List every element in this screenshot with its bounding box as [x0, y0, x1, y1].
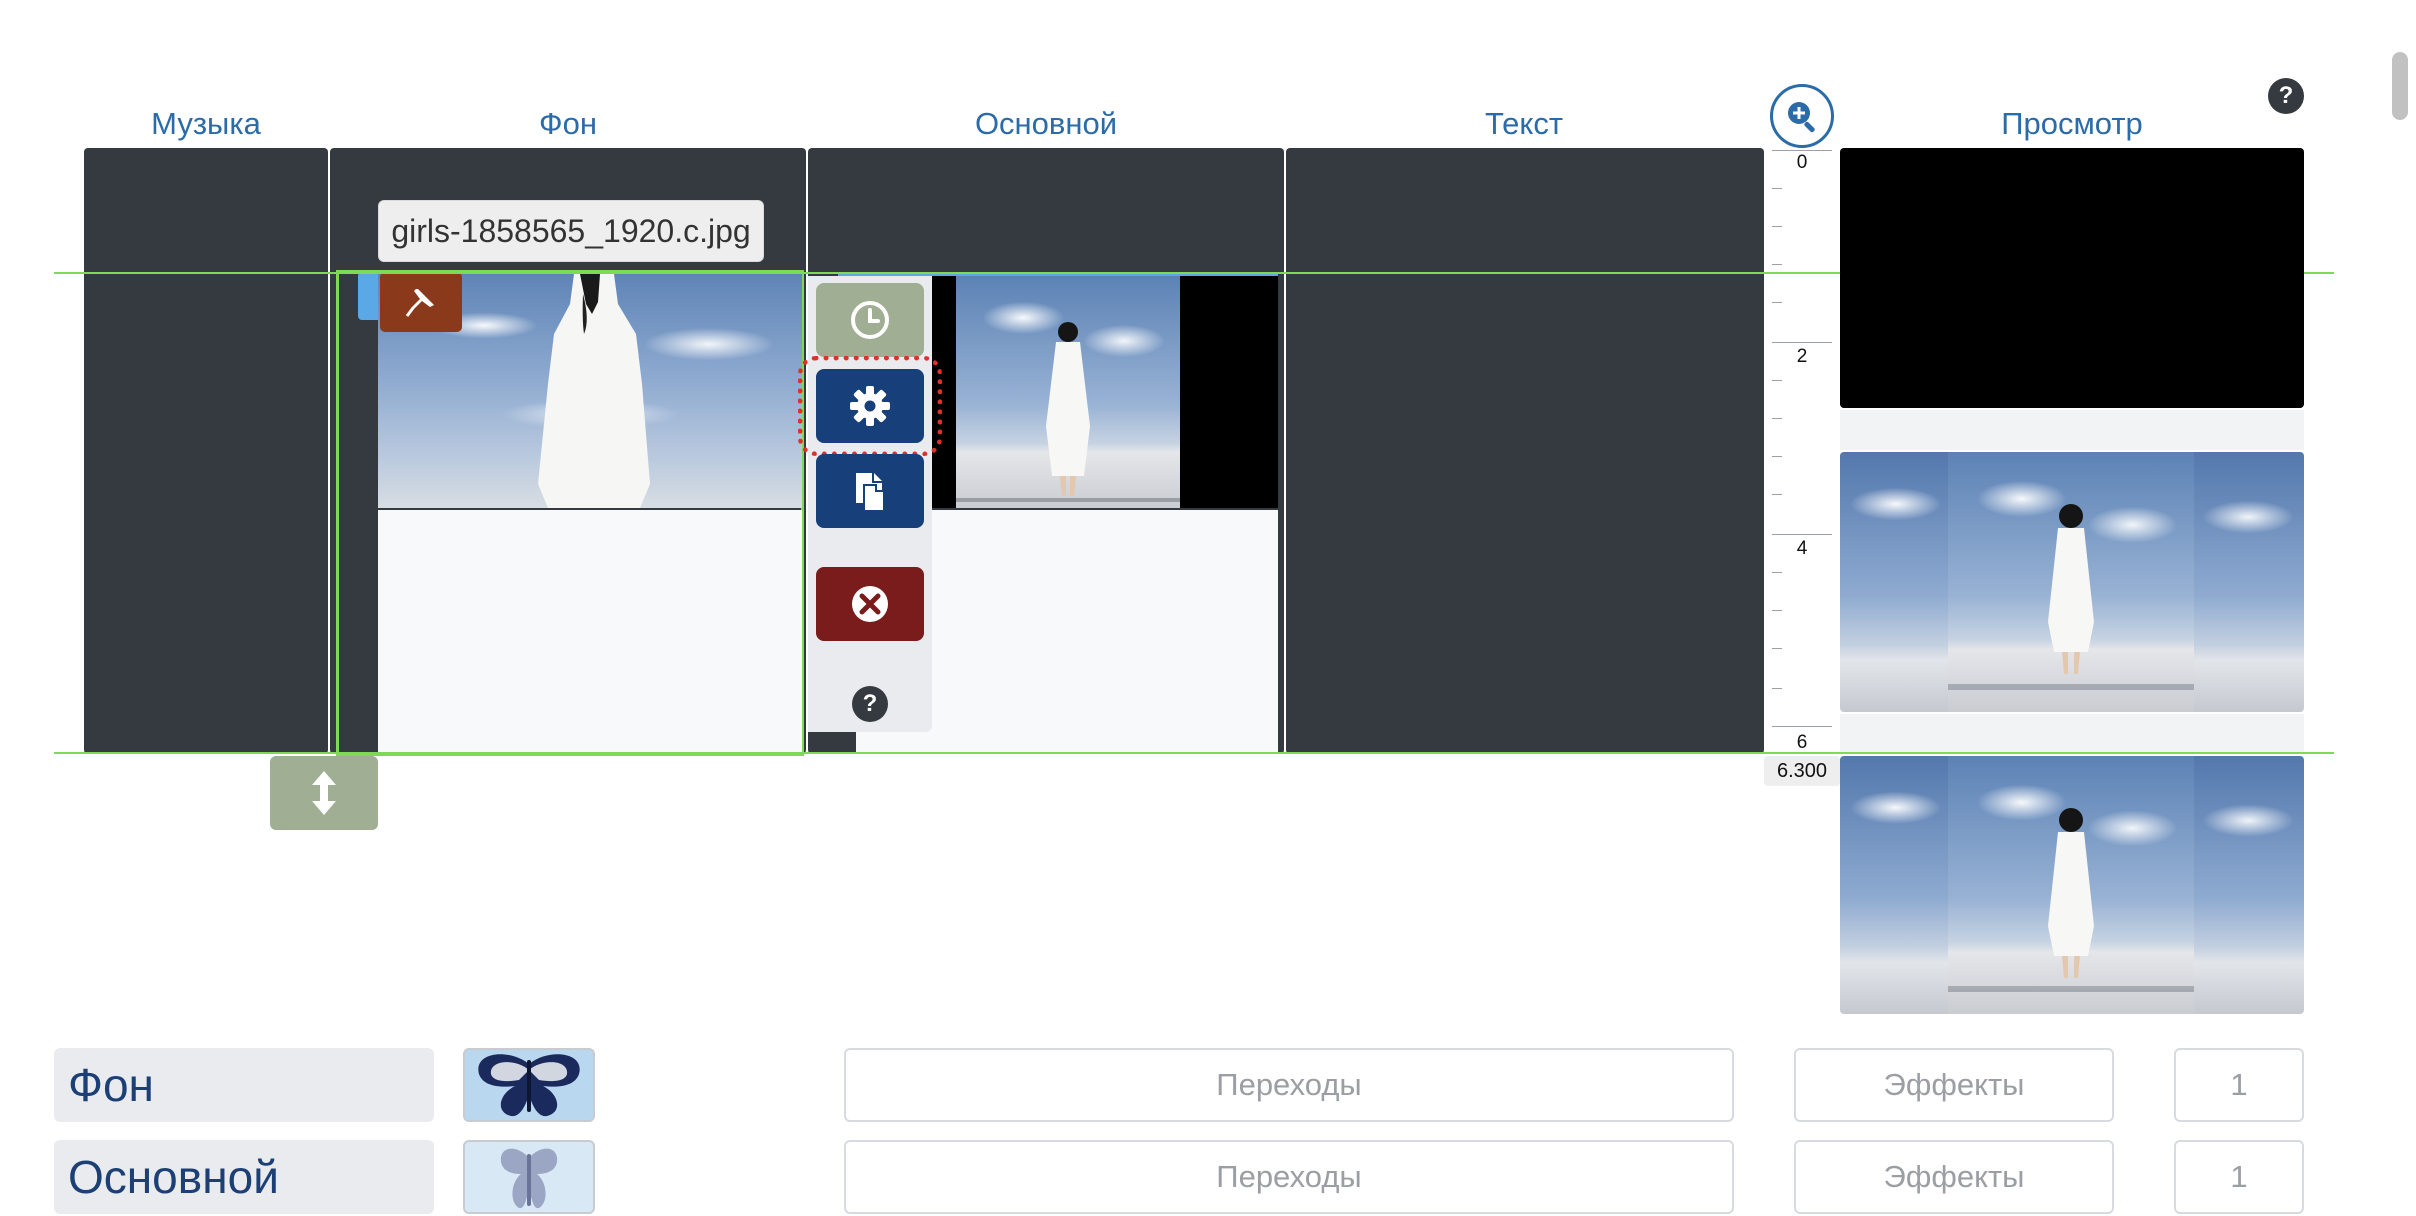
woman-figure-image: [1948, 504, 2194, 690]
copy-icon: [856, 473, 885, 512]
guide-line-bottom: [54, 752, 2334, 754]
track-text[interactable]: [1286, 148, 1764, 754]
preview-frame-3-inner: [1948, 756, 2194, 1014]
help-button[interactable]: ?: [2268, 78, 2304, 114]
scrollbar-thumb[interactable]: [2392, 52, 2408, 120]
preview-separator-2: [1840, 714, 2304, 752]
preview-frame-2[interactable]: [1840, 452, 2304, 712]
main-clip-thumbnail[interactable]: [932, 276, 1278, 508]
duration-label: 6.300: [1764, 756, 1840, 786]
resize-handle[interactable]: [270, 756, 378, 830]
timing-button[interactable]: [816, 283, 924, 357]
count-field-main[interactable]: 1: [2174, 1140, 2304, 1214]
copy-button[interactable]: [816, 454, 924, 528]
ruler-label-4: 4: [1796, 538, 1808, 559]
track-music[interactable]: [84, 148, 328, 754]
background-clip-blue-tab: [358, 272, 378, 320]
effects-button-main[interactable]: Эффекты: [1794, 1140, 2114, 1214]
main-clip-photo: [956, 276, 1180, 508]
woman-figure-image: [956, 322, 1180, 502]
pin-icon: [405, 289, 434, 317]
filename-tooltip: girls-1858565_1920.c.jpg: [378, 200, 764, 262]
ruler-label-0: 0: [1796, 152, 1808, 173]
clip-help-button[interactable]: ?: [852, 686, 888, 722]
column-title-main: Основной: [974, 106, 1118, 141]
count-field-background[interactable]: 1: [2174, 1048, 2304, 1122]
row-thumbnail-main[interactable]: [463, 1140, 595, 1214]
column-title-music: Музыка: [151, 106, 261, 141]
effects-button-background[interactable]: Эффекты: [1794, 1048, 2114, 1122]
row-label-background: Фон: [54, 1048, 434, 1122]
zoom-in-icon: [1788, 102, 1815, 133]
transitions-button-background[interactable]: Переходы: [844, 1048, 1734, 1122]
zoom-button[interactable]: [1770, 84, 1834, 148]
transitions-button-main[interactable]: Переходы: [844, 1140, 1734, 1214]
column-title-background: Фон: [539, 106, 597, 141]
row-thumbnail-background[interactable]: [463, 1048, 595, 1122]
clock-icon: [851, 301, 889, 339]
vertical-arrows-icon: [312, 771, 336, 815]
butterfly-image: [478, 1054, 580, 1117]
delete-button[interactable]: [816, 567, 924, 641]
background-clip-body: [378, 510, 802, 754]
column-title-text: Текст: [1484, 106, 1564, 141]
row-label-main: Основной: [54, 1140, 434, 1214]
focus-highlight: [798, 356, 942, 456]
time-ruler: 0 2 4 6: [1768, 148, 1836, 754]
pin-button[interactable]: [380, 272, 462, 332]
column-title-preview: Просмотр: [2001, 106, 2143, 141]
butterfly-image: [500, 1148, 558, 1209]
ruler-label-2: 2: [1796, 346, 1808, 367]
delete-icon: [852, 586, 888, 622]
preview-frame-2-inner: [1948, 452, 2194, 712]
woman-figure-image: [1948, 808, 2194, 992]
ruler-label-6: 6: [1796, 732, 1808, 753]
preview-frame-3[interactable]: [1840, 756, 2304, 1014]
preview-separator-1: [1840, 410, 2304, 450]
preview-frame-1[interactable]: [1840, 148, 2304, 408]
